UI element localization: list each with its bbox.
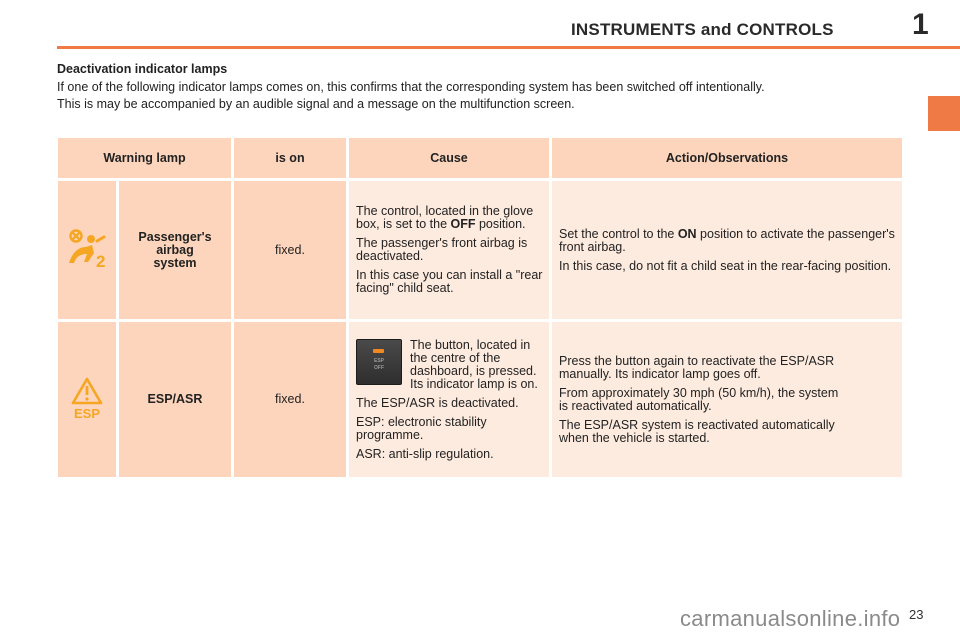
section-intro: If one of the following indicator lamps …: [57, 79, 917, 113]
cause-paragraph: ASR: anti-slip regulation.: [356, 446, 494, 461]
intro-line: If one of the following indicator lamps …: [57, 80, 765, 94]
header-action: Action/Observations: [552, 138, 902, 178]
lamp-icon-cell: 2: [58, 181, 116, 319]
action-cell: Press the button again to reactivate the…: [552, 322, 902, 477]
action-cell: Set the control to the ON position to ac…: [552, 181, 902, 319]
action-paragraph: From approximately 30 mph (50 km/h), the…: [559, 385, 839, 413]
table-row: ESP ESP/ASR fixed. ESP OFF The button, l…: [58, 322, 902, 477]
cause-paragraph: The control, located in the glove box, i…: [356, 205, 543, 231]
esp-warning-icon: ESP: [70, 376, 104, 423]
chapter-number: 1: [912, 8, 929, 41]
lamp-icon-cell: ESP: [58, 322, 116, 477]
is-on-cell: fixed.: [234, 322, 346, 477]
page-number: 23: [909, 607, 924, 622]
cause-paragraph: In this case you can install a "rear fac…: [356, 268, 543, 295]
is-on-cell: fixed.: [234, 181, 346, 319]
cause-paragraph: ESP: electronic stability programme.: [356, 414, 487, 442]
section-title: Deactivation indicator lamps: [57, 62, 228, 76]
header-divider: [57, 46, 960, 49]
cause-cell: ESP OFF The button, located in the centr…: [349, 322, 549, 477]
system-name: ESP/ASR: [147, 392, 203, 406]
chapter-side-tab: [928, 96, 960, 131]
passenger-airbag-off-icon: 2: [64, 228, 110, 272]
warning-lamps-table: Warning lamp is on Cause Action/Observat…: [55, 135, 905, 480]
header-is-on: is on: [234, 138, 346, 178]
intro-line: This is may be accompanied by an audible…: [57, 97, 575, 111]
cause-paragraph: The ESP/ASR is deactivated.: [356, 395, 519, 410]
action-paragraph: The ESP/ASR system is reactivated automa…: [559, 417, 835, 445]
system-name: Passenger's airbag system: [138, 229, 212, 270]
esp-icon-label: ESP: [74, 406, 100, 420]
off-keyword: OFF: [450, 217, 476, 231]
action-text: Set the control to the: [559, 226, 678, 241]
system-name-cell: Passenger's airbag system: [119, 181, 231, 319]
esp-off-button-image: ESP OFF: [356, 338, 402, 385]
watermark: carmanualsonline.info: [680, 606, 901, 631]
chapter-title: INSTRUMENTS and CONTROLS: [571, 20, 834, 39]
system-name-cell: ESP/ASR: [119, 322, 231, 477]
action-paragraph: Set the control to the ON position to ac…: [559, 226, 896, 254]
cause-text: position.: [475, 217, 526, 231]
header-warning-lamp: Warning lamp: [58, 138, 231, 178]
button-label: OFF: [374, 364, 384, 371]
airbag-icon-label: 2: [96, 252, 105, 269]
button-label: ESP: [373, 357, 384, 364]
action-paragraph: Press the button again to reactivate the…: [559, 353, 835, 381]
table-row: 2 Passenger's airbag system fixed. The c…: [58, 181, 902, 319]
action-paragraph: In this case, do not fit a child seat in…: [559, 258, 892, 273]
table-header-row: Warning lamp is on Cause Action/Observat…: [58, 138, 902, 178]
cause-cell: The control, located in the glove box, i…: [349, 181, 549, 319]
on-keyword: ON: [677, 226, 697, 241]
indicator-led: [373, 348, 384, 353]
header-cause: Cause: [349, 138, 549, 178]
cause-paragraph: The passenger's front airbag is deactiva…: [356, 236, 528, 263]
